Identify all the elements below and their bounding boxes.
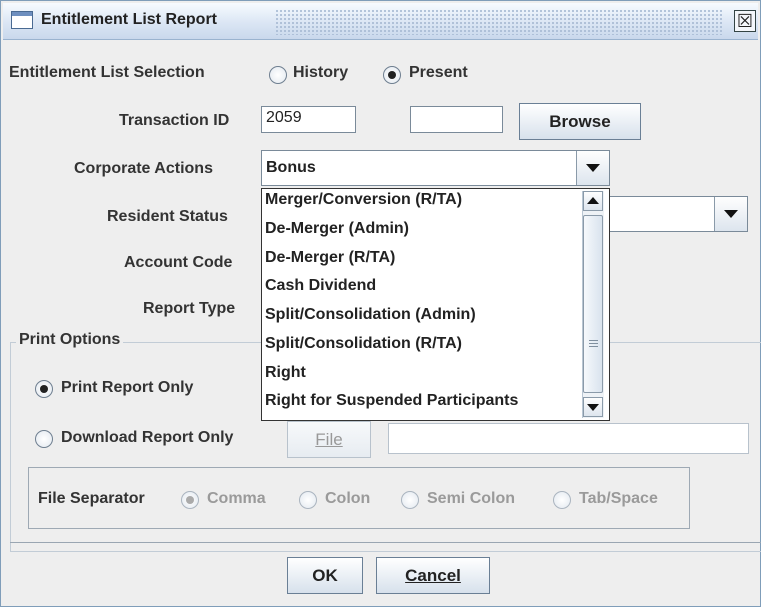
list-item[interactable]: De-Merger (R/TA)	[265, 249, 395, 277]
window-icon	[11, 11, 33, 29]
transaction-id-input[interactable]: 2059	[261, 106, 356, 133]
resident-status-dropdown-button[interactable]	[714, 197, 747, 231]
colon-radio[interactable]	[299, 491, 317, 509]
corporate-actions-dropdown-button[interactable]	[576, 151, 609, 185]
transaction-id-secondary-input[interactable]	[410, 106, 503, 133]
file-path-input[interactable]	[388, 423, 749, 454]
list-item[interactable]: Cash Dividend	[265, 277, 376, 305]
scroll-up-button[interactable]	[583, 191, 603, 211]
close-icon[interactable]: ☒	[734, 10, 756, 32]
report-type-label: Report Type	[143, 300, 236, 317]
present-radio[interactable]	[383, 66, 401, 84]
corporate-actions-label: Corporate Actions	[74, 160, 213, 177]
list-item[interactable]: Split/Consolidation (Admin)	[265, 306, 476, 334]
account-code-label: Account Code	[124, 254, 233, 271]
browse-button[interactable]: Browse	[519, 103, 641, 140]
semi-colon-radio-label[interactable]: Semi Colon	[427, 490, 515, 508]
scroll-down-button[interactable]	[583, 397, 603, 417]
corporate-actions-select[interactable]: Bonus	[261, 150, 610, 186]
list-item[interactable]: Merger/Conversion (R/TA)	[265, 191, 462, 219]
selection-label: Entitlement List Selection	[9, 64, 205, 81]
resident-status-label: Resident Status	[107, 208, 228, 225]
list-item[interactable]: De-Merger (Admin)	[265, 220, 409, 248]
chevron-down-icon	[587, 404, 599, 411]
present-radio-label[interactable]: Present	[409, 64, 468, 82]
chevron-down-icon	[586, 164, 600, 172]
corporate-actions-selected: Bonus	[266, 159, 316, 176]
download-report-only-radio[interactable]	[35, 430, 53, 448]
print-options-legend: Print Options	[16, 331, 124, 349]
cancel-button[interactable]: Cancel	[376, 557, 490, 594]
colon-radio-label[interactable]: Colon	[325, 490, 370, 508]
dropdown-scrollbar[interactable]	[582, 191, 604, 418]
grip-icon	[589, 340, 598, 341]
comma-radio[interactable]	[181, 491, 199, 509]
tab-space-radio-label[interactable]: Tab/Space	[579, 490, 658, 508]
window-title: Entitlement List Report	[41, 11, 218, 28]
history-radio-label[interactable]: History	[293, 64, 348, 82]
file-separator-label: File Separator	[38, 490, 145, 507]
resident-status-select[interactable]	[600, 196, 748, 232]
list-item[interactable]: Right for Suspended Participants	[265, 392, 518, 420]
title-bar-grip	[275, 9, 723, 35]
file-button[interactable]: File	[287, 421, 371, 458]
list-item[interactable]: Right	[265, 364, 306, 392]
print-report-only-radio[interactable]	[35, 380, 53, 398]
transaction-id-label: Transaction ID	[119, 112, 230, 129]
scroll-thumb[interactable]	[583, 215, 603, 393]
title-bar[interactable]: Entitlement List Report ☒	[3, 3, 758, 40]
chevron-down-icon	[724, 210, 738, 218]
print-report-only-label[interactable]: Print Report Only	[61, 379, 193, 397]
button-bar-divider	[10, 542, 761, 543]
ok-button[interactable]: OK	[287, 557, 363, 594]
comma-radio-label[interactable]: Comma	[207, 490, 266, 508]
semi-colon-radio[interactable]	[401, 491, 419, 509]
tab-space-radio[interactable]	[553, 491, 571, 509]
download-report-only-label[interactable]: Download Report Only	[61, 429, 233, 447]
history-radio[interactable]	[269, 66, 287, 84]
chevron-up-icon	[587, 197, 599, 204]
corporate-actions-dropdown-list[interactable]: Merger/Conversion (R/TA) De-Merger (Admi…	[261, 188, 610, 421]
list-item[interactable]: Split/Consolidation (R/TA)	[265, 335, 462, 363]
